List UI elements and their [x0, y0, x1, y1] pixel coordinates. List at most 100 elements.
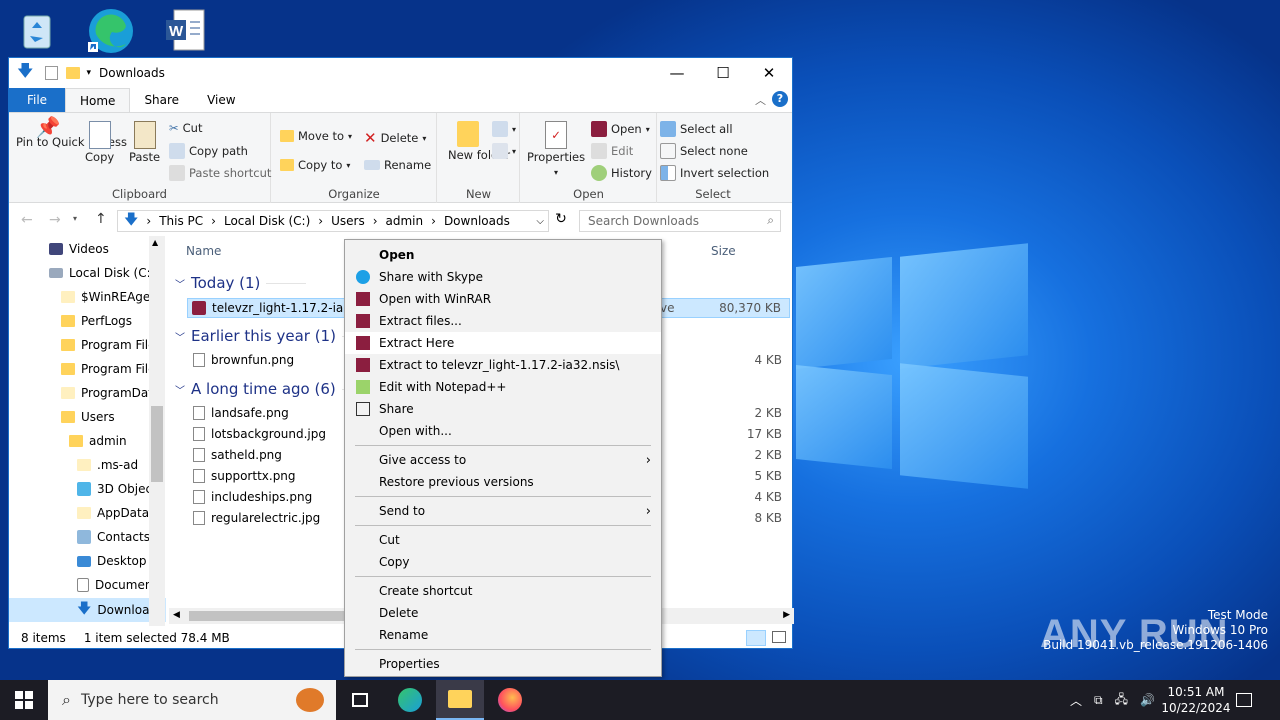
column-header-name[interactable]: Name — [186, 244, 221, 258]
menu-item-open-with-winrar[interactable]: Open with WinRAR — [345, 288, 661, 310]
cut-button[interactable]: ✂ Cut — [169, 121, 202, 135]
nav-item-downloads[interactable]: 🡇 Downloads — [9, 598, 166, 622]
details-view-icon[interactable] — [746, 630, 766, 646]
nav-item-contacts[interactable]: Contacts — [77, 530, 150, 544]
recent-locations-icon[interactable]: ▾ — [73, 214, 77, 223]
nav-item-admin[interactable]: admin — [69, 434, 127, 448]
nav-item-ms-ad[interactable]: .ms-ad — [77, 458, 138, 472]
open-button[interactable]: Open ▾ — [591, 121, 650, 137]
breadcrumb-local-disk[interactable]: Local Disk (C:) — [224, 214, 310, 228]
copy-path-button[interactable]: Copy path — [169, 143, 248, 159]
help-icon[interactable]: ? — [772, 91, 788, 107]
forward-arrow-icon[interactable]: → — [49, 212, 61, 228]
nav-item-program-files-x86[interactable]: Program Files — [61, 362, 162, 376]
menu-item-copy[interactable]: Copy — [345, 551, 661, 573]
breadcrumb-users[interactable]: Users — [331, 214, 365, 228]
hscrollbar-thumb[interactable] — [189, 611, 349, 621]
taskbar-firefox-button[interactable] — [486, 680, 534, 720]
show-hidden-icons-icon[interactable]: ︿ — [1070, 692, 1082, 709]
column-header-size[interactable]: Size — [711, 244, 736, 258]
close-button[interactable]: ✕ — [746, 58, 792, 88]
menu-item-delete[interactable]: Delete — [345, 602, 661, 624]
nav-item-winreagent[interactable]: $WinREAgent — [61, 290, 163, 304]
menu-item-share-with-skype[interactable]: Share with Skype — [345, 266, 661, 288]
select-none-button[interactable]: Select none — [660, 143, 748, 159]
tab-file[interactable]: File — [9, 88, 65, 112]
large-icons-view-icon[interactable] — [772, 631, 786, 643]
properties-button[interactable]: ✓ Properties ▾ — [527, 121, 585, 179]
easy-access-button[interactable]: ▾ — [492, 143, 516, 159]
scrollbar-thumb[interactable] — [151, 406, 163, 482]
collapse-ribbon-icon[interactable]: ︿ — [755, 92, 766, 108]
copy-button[interactable]: Copy — [85, 121, 114, 164]
word-document-icon[interactable]: W — [160, 6, 210, 56]
breadcrumb-admin[interactable]: admin — [386, 214, 424, 228]
menu-item-open[interactable]: Open — [345, 244, 661, 266]
nav-item-users[interactable]: Users — [61, 410, 115, 424]
address-bar[interactable]: 🡇 › This PC › Local Disk (C:) › Users › adm… — [117, 210, 549, 232]
clock[interactable]: 10:51 AM 10/22/2024 — [1160, 680, 1232, 720]
nav-item-perflogs[interactable]: PerfLogs — [61, 314, 132, 328]
history-button[interactable]: History — [591, 165, 652, 181]
nav-item-desktop[interactable]: Desktop — [77, 554, 147, 568]
network-vpn-icon[interactable]: ⧉ — [1094, 693, 1103, 708]
menu-item-cut[interactable]: Cut — [345, 529, 661, 551]
customize-toolbar-icon[interactable]: ▾ — [86, 68, 91, 78]
notification-button[interactable] — [1236, 680, 1252, 720]
taskbar-search-box[interactable]: ⌕ Type here to search — [48, 680, 336, 720]
new-folder-button[interactable]: New folder — [448, 121, 510, 162]
address-dropdown-icon[interactable]: ⌵ — [536, 216, 544, 227]
nav-item-program-files[interactable]: Program Files — [61, 338, 162, 352]
paste-shortcut-button[interactable]: Paste shortcut — [169, 165, 271, 181]
nav-scrollbar[interactable]: ▲ — [149, 236, 165, 626]
nav-item-videos[interactable]: Videos — [49, 242, 109, 256]
menu-item-extract-here[interactable]: Extract Here — [345, 332, 661, 354]
rename-button[interactable]: Rename — [364, 158, 431, 172]
menu-item-open-with[interactable]: Open with... — [345, 420, 661, 442]
up-arrow-icon[interactable]: ↑ — [95, 211, 107, 227]
breadcrumb-this-pc[interactable]: This PC — [159, 214, 203, 228]
move-to-button[interactable]: Move to ▾ — [280, 129, 352, 143]
menu-item-give-access-to[interactable]: Give access to › — [345, 449, 661, 471]
nav-item-local-disk[interactable]: Local Disk (C:) — [49, 266, 155, 280]
menu-item-properties[interactable]: Properties — [345, 653, 661, 675]
back-arrow-icon[interactable]: ← — [21, 212, 33, 228]
new-folder-quick-icon[interactable] — [66, 67, 81, 79]
menu-item-share[interactable]: Share — [345, 398, 661, 420]
select-all-button[interactable]: Select all — [660, 121, 733, 137]
title-bar[interactable]: 🡇 ▾ Downloads — ☐ ✕ — [9, 58, 792, 88]
network-icon[interactable]: 🖧 — [1115, 690, 1128, 711]
edit-button[interactable]: Edit — [591, 143, 633, 159]
task-view-button[interactable] — [336, 680, 384, 720]
new-item-button[interactable]: ▾ — [492, 121, 516, 137]
invert-selection-button[interactable]: Invert selection — [660, 165, 769, 181]
volume-icon[interactable]: 🔊 — [1140, 693, 1155, 707]
menu-item-edit-with-notepad[interactable]: Edit with Notepad++ — [345, 376, 661, 398]
scroll-right-icon[interactable]: ▶ — [783, 610, 790, 620]
nav-item-appdata[interactable]: AppData — [77, 506, 149, 520]
pin-quick-access-button[interactable]: 📌 Pin to Quick access — [15, 117, 127, 149]
properties-quick-icon[interactable] — [45, 66, 59, 80]
scroll-up-icon[interactable]: ▲ — [152, 238, 158, 247]
minimize-button[interactable]: — — [654, 58, 700, 88]
copy-to-button[interactable]: Copy to ▾ — [280, 158, 350, 172]
delete-button[interactable]: ✕ Delete ▾ — [364, 129, 426, 147]
paste-button[interactable]: Paste — [129, 121, 160, 164]
maximize-button[interactable]: ☐ — [700, 58, 746, 88]
menu-item-create-shortcut[interactable]: Create shortcut — [345, 580, 661, 602]
tab-home[interactable]: Home — [65, 88, 131, 112]
taskbar-file-explorer-button[interactable] — [436, 680, 484, 720]
menu-item-send-to[interactable]: Send to › — [345, 500, 661, 522]
taskbar-edge-button[interactable] — [386, 680, 434, 720]
tab-share[interactable]: Share — [130, 88, 193, 112]
refresh-icon[interactable]: ↻ — [551, 211, 571, 227]
menu-item-restore-previous-versions[interactable]: Restore previous versions — [345, 471, 661, 493]
start-button[interactable] — [0, 680, 48, 720]
menu-item-extract-to[interactable]: Extract to televzr_light-1.17.2-ia32.nsi… — [345, 354, 661, 376]
menu-item-rename[interactable]: Rename — [345, 624, 661, 646]
menu-item-extract-files[interactable]: Extract files... — [345, 310, 661, 332]
nav-item-programdata[interactable]: ProgramData — [61, 386, 160, 400]
edge-shortcut-icon[interactable] — [86, 6, 136, 56]
tab-view[interactable]: View — [193, 88, 249, 112]
search-input[interactable]: Search Downloads ⌕ — [579, 210, 781, 232]
